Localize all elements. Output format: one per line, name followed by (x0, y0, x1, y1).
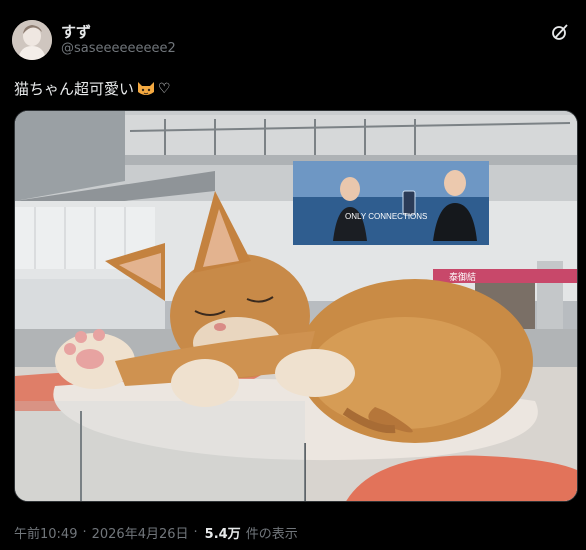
author-handle[interactable]: @saseeeeeeeee2 (61, 41, 176, 57)
author-display-name[interactable]: すず (61, 23, 176, 42)
meta-separator-2: · (193, 525, 198, 540)
store-sign: 泰御結 (449, 271, 476, 283)
tweet-time[interactable]: 午前10:49 (14, 523, 77, 542)
tweet-photo[interactable]: ONLY CONNECTIONS 泰御結 (14, 110, 578, 502)
tweet-meta: 午前10:49 · 2026年4月26日 · 5.4万 件の表示 (14, 523, 298, 542)
meta-separator: · (82, 525, 87, 540)
avatar[interactable] (12, 20, 52, 60)
billboard-text: ONLY CONNECTIONS (345, 212, 427, 221)
tweet-date[interactable]: 2026年4月26日 (92, 523, 189, 542)
cat-face-emoji (136, 80, 156, 98)
tweet-text: 猫ちゃん超可愛い ♡ (14, 78, 171, 99)
tweet-body: 猫ちゃん超可愛い (14, 80, 135, 98)
tweet-header: すず @saseeeeeeeee2 (12, 18, 572, 62)
heart-symbol: ♡ (158, 80, 171, 97)
views-label: 件の表示 (245, 527, 298, 542)
grok-icon[interactable] (548, 20, 572, 44)
views-count[interactable]: 5.4万 (205, 523, 241, 542)
